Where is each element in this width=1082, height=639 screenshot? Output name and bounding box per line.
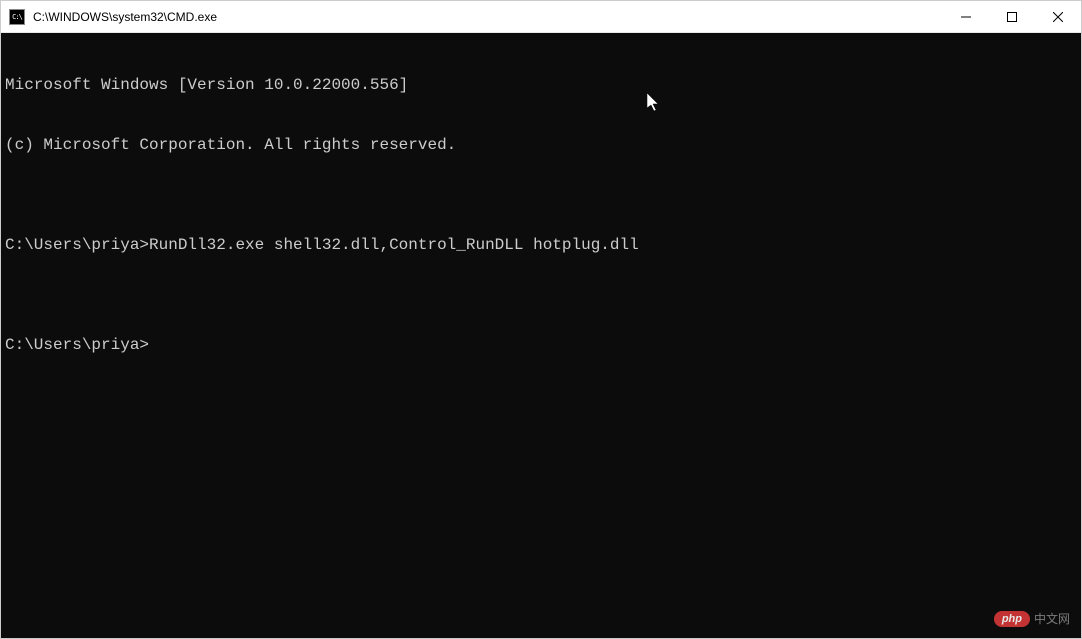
watermark-badge: php [994, 611, 1030, 627]
close-icon [1053, 12, 1063, 22]
watermark: php 中文网 [994, 610, 1070, 627]
window-title: C:\WINDOWS\system32\CMD.exe [33, 10, 943, 24]
close-button[interactable] [1035, 1, 1081, 32]
terminal-prompt: C:\Users\priya> [5, 335, 1077, 355]
terminal-line: C:\Users\priya>RunDll32.exe shell32.dll,… [5, 235, 1077, 255]
cmd-window: C:\ C:\WINDOWS\system32\CMD.exe M [0, 0, 1082, 639]
minimize-icon [961, 12, 971, 22]
titlebar[interactable]: C:\ C:\WINDOWS\system32\CMD.exe [1, 1, 1081, 33]
watermark-text: 中文网 [1034, 610, 1070, 627]
cmd-icon: C:\ [9, 9, 25, 25]
window-controls [943, 1, 1081, 32]
mouse-cursor-icon [647, 93, 661, 113]
terminal-area[interactable]: Microsoft Windows [Version 10.0.22000.55… [1, 33, 1081, 638]
terminal-line: Microsoft Windows [Version 10.0.22000.55… [5, 75, 1077, 95]
minimize-button[interactable] [943, 1, 989, 32]
maximize-icon [1007, 12, 1017, 22]
terminal-line: (c) Microsoft Corporation. All rights re… [5, 135, 1077, 155]
maximize-button[interactable] [989, 1, 1035, 32]
